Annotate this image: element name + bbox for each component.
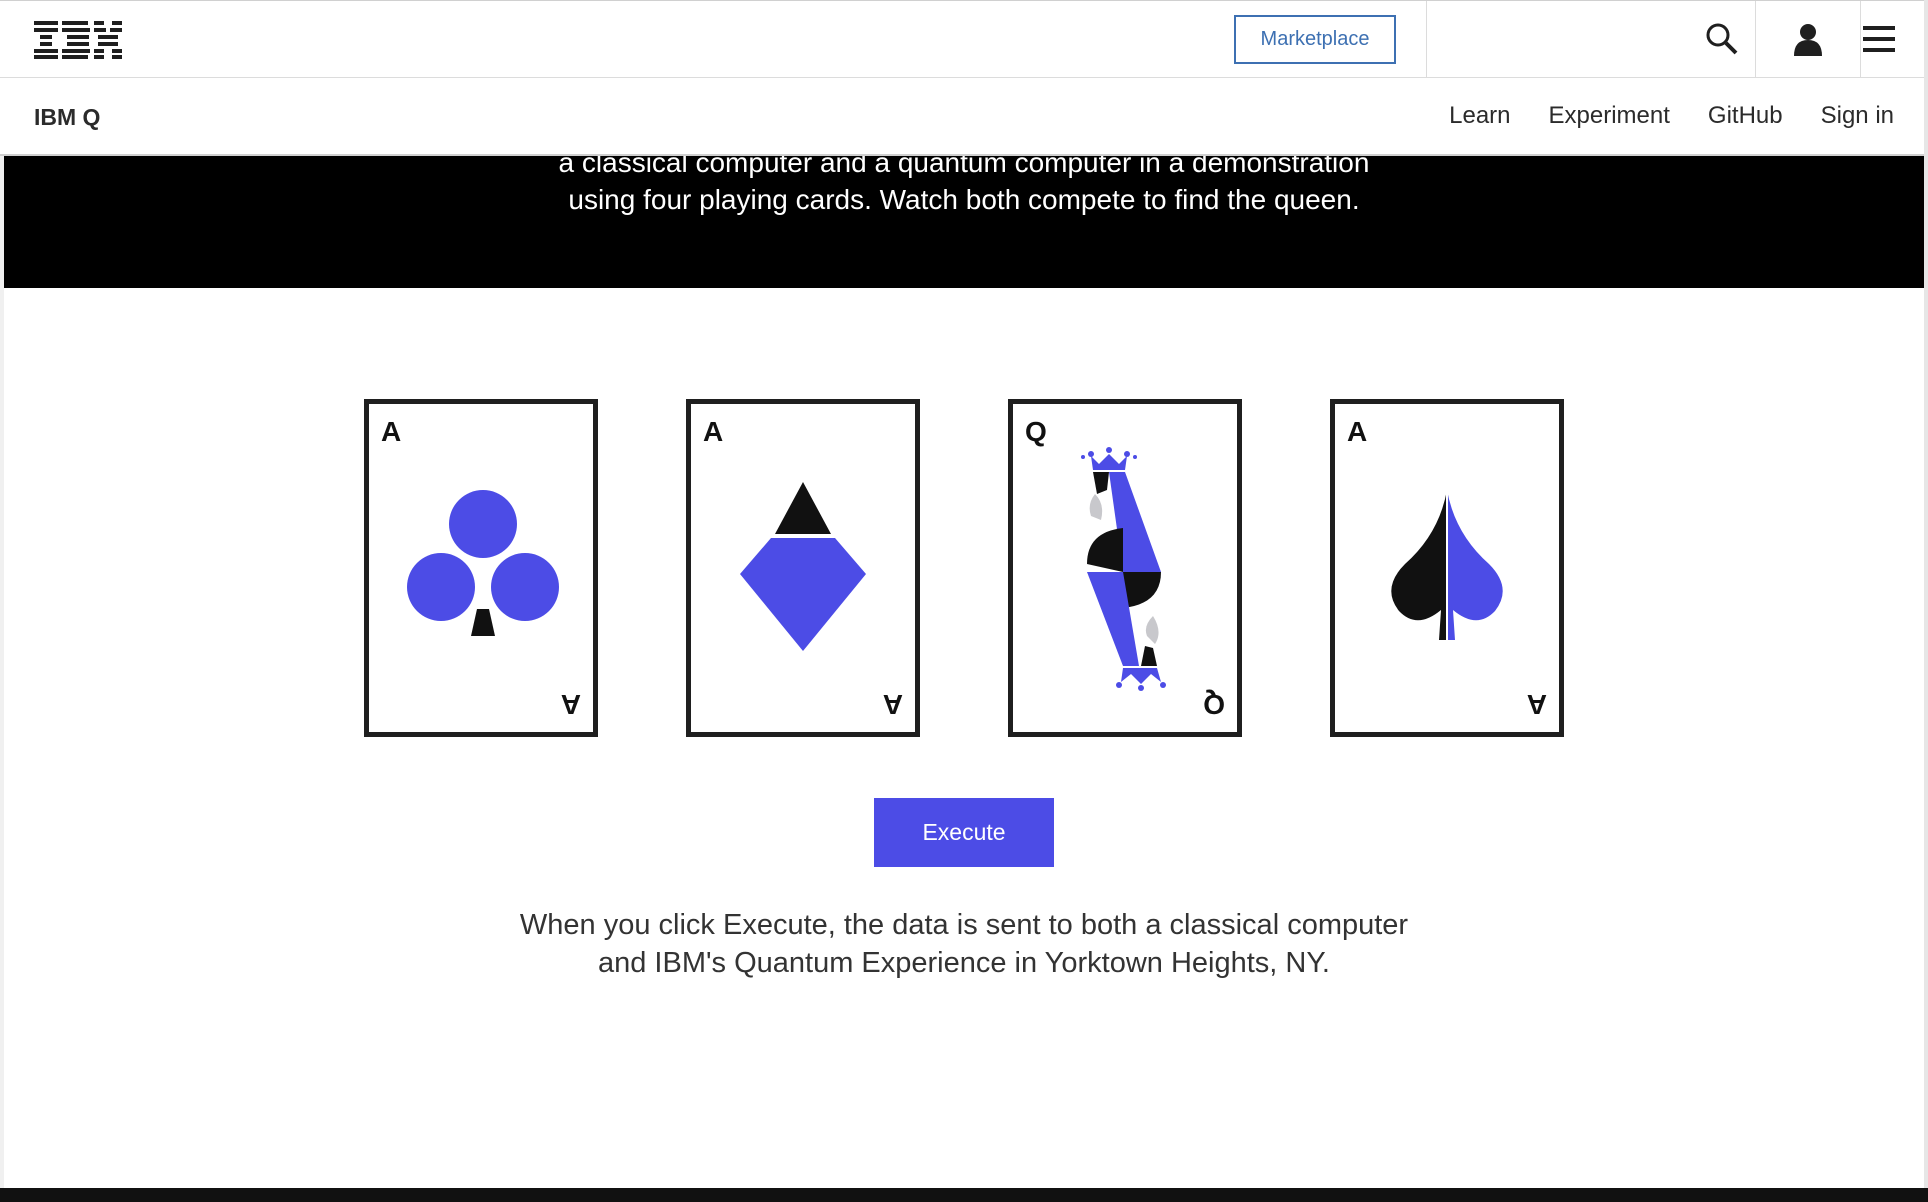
nav-links: Learn Experiment GitHub Sign in bbox=[1449, 102, 1894, 130]
execute-description: When you click Execute, the data is sent… bbox=[0, 906, 1928, 982]
card-rank-bottom: A bbox=[883, 689, 903, 720]
execute-button[interactable]: Execute bbox=[874, 798, 1054, 867]
card-rank-bottom: Q bbox=[1203, 689, 1225, 720]
search-icon[interactable] bbox=[1702, 19, 1742, 59]
card-ace-of-spades[interactable]: A A bbox=[1330, 399, 1564, 737]
menu-icon[interactable] bbox=[1859, 19, 1899, 59]
masthead-divider bbox=[1426, 1, 1427, 79]
description-line-1: When you click Execute, the data is sent… bbox=[519, 909, 1409, 941]
card-rank-top: A bbox=[703, 416, 723, 447]
card-rank-bottom: A bbox=[1527, 689, 1547, 720]
ibm-logo[interactable] bbox=[34, 21, 122, 59]
page-edge bbox=[0, 156, 4, 1196]
nav-link-sign-in[interactable]: Sign in bbox=[1821, 102, 1894, 130]
nav-link-learn[interactable]: Learn bbox=[1449, 102, 1510, 130]
user-icon[interactable] bbox=[1788, 19, 1828, 59]
club-icon bbox=[407, 490, 559, 636]
card-rank-bottom: A bbox=[561, 689, 581, 720]
hero-banner: a classical computer and a quantum compu… bbox=[4, 156, 1924, 288]
sub-navigation: IBM Q Learn Experiment GitHub Sign in bbox=[0, 78, 1928, 156]
hero-line-1: a classical computer and a quantum compu… bbox=[558, 156, 1370, 178]
card-row: A A A A Q Q A A bbox=[364, 399, 1564, 737]
card-queen[interactable]: Q Q bbox=[1008, 399, 1242, 737]
diamond-icon bbox=[740, 482, 866, 651]
card-rank-top: A bbox=[381, 416, 401, 447]
page-scrollbar[interactable] bbox=[1924, 0, 1928, 1202]
hero-text: a classical computer and a quantum compu… bbox=[4, 156, 1924, 218]
nav-link-github[interactable]: GitHub bbox=[1708, 102, 1783, 130]
masthead: Marketplace bbox=[0, 0, 1928, 79]
nav-link-experiment[interactable]: Experiment bbox=[1549, 102, 1670, 130]
card-ace-of-clubs[interactable]: A A bbox=[364, 399, 598, 737]
description-line-2: and IBM's Quantum Experience in Yorktown… bbox=[597, 947, 1330, 979]
brand-title[interactable]: IBM Q bbox=[34, 104, 100, 131]
hero-line-2: using four playing cards. Watch both com… bbox=[568, 184, 1360, 215]
marketplace-button[interactable]: Marketplace bbox=[1234, 15, 1396, 64]
card-ace-of-diamonds[interactable]: A A bbox=[686, 399, 920, 737]
spade-icon bbox=[1391, 490, 1503, 640]
card-rank-top: A bbox=[1347, 416, 1367, 447]
card-rank-top: Q bbox=[1025, 416, 1047, 447]
queen-figure-icon bbox=[1081, 447, 1166, 691]
masthead-divider bbox=[1755, 1, 1756, 79]
next-section-strip bbox=[0, 1188, 1928, 1202]
